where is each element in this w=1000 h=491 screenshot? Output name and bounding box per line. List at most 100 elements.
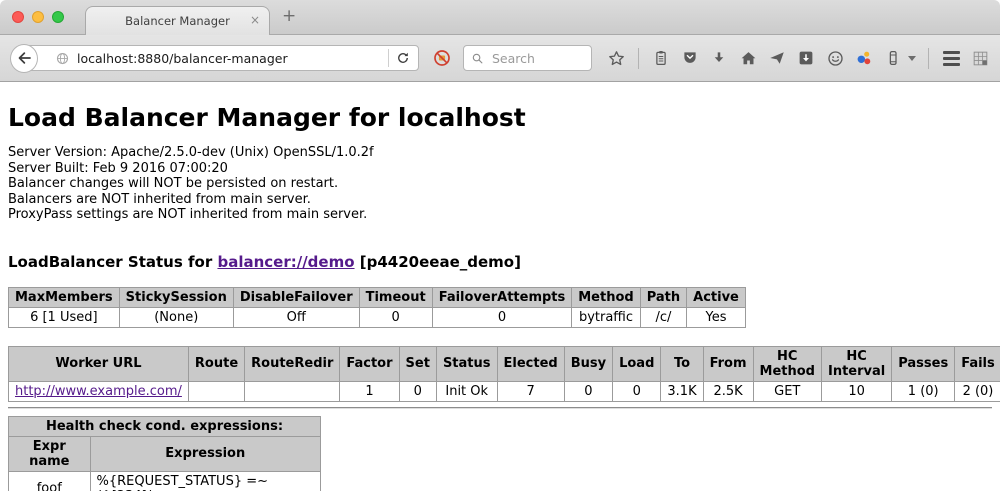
column-header: Route <box>188 346 244 381</box>
grid-extension-icon[interactable] <box>970 47 990 69</box>
tab-close-icon[interactable]: × <box>250 14 260 26</box>
pocket-icon[interactable] <box>680 47 700 69</box>
column-header: MaxMembers <box>9 287 120 307</box>
maxmembers-cell: 6 [1 Used] <box>9 307 120 327</box>
column-header: Expr name <box>9 436 91 471</box>
square-download-icon[interactable] <box>796 47 816 69</box>
globe-icon <box>55 51 70 66</box>
inherit-note-line: Balancers are NOT inherited from main se… <box>8 192 992 208</box>
column-header: HC Method <box>753 346 821 381</box>
column-header: DisableFailover <box>233 287 359 307</box>
colored-dots-icon[interactable] <box>854 47 874 69</box>
column-header: Factor <box>340 346 399 381</box>
failoverattempts-cell: 0 <box>432 307 572 327</box>
table-header-row: Worker URL Route RouteRedir Factor Set S… <box>9 346 1000 381</box>
server-version-line: Server Version: Apache/2.5.0-dev (Unix) … <box>8 145 992 161</box>
tab-bar: Balancer Manager × + <box>0 0 1000 35</box>
column-header: Active <box>687 287 746 307</box>
column-header: Set <box>399 346 436 381</box>
column-header: Busy <box>564 346 612 381</box>
to-cell: 3.1K <box>661 381 703 401</box>
passes-cell: 1 (0) <box>892 381 955 401</box>
menu-icon[interactable] <box>941 47 961 69</box>
expr-value-cell: %{REQUEST_STATUS} =~ /^[234]/ <box>90 471 320 491</box>
column-header: StickySession <box>119 287 233 307</box>
health-table-title: Health check cond. expressions: <box>9 416 321 436</box>
bookmark-star-icon[interactable] <box>606 47 626 69</box>
search-input[interactable] <box>490 50 585 67</box>
load-cell: 0 <box>613 381 661 401</box>
worker-row: http://www.example.com/ 1 0 Init Ok 7 0 … <box>9 381 1000 401</box>
reload-button[interactable] <box>395 50 411 66</box>
window-controls <box>12 11 64 23</box>
column-header: From <box>703 346 753 381</box>
stickysession-cell: (None) <box>119 307 233 327</box>
minimize-window-button[interactable] <box>32 11 44 23</box>
reload-icon <box>395 50 411 66</box>
send-plane-icon[interactable] <box>767 47 787 69</box>
balancer-demo-link[interactable]: balancer://demo <box>217 253 354 271</box>
busy-cell: 0 <box>564 381 612 401</box>
back-icon <box>15 49 33 67</box>
balancer-status-heading: LoadBalancer Status for balancer://demo … <box>8 253 992 271</box>
status-cell: Init Ok <box>436 381 497 401</box>
dropdown-caret-icon[interactable] <box>908 56 916 61</box>
sidebar-panel-icon[interactable] <box>883 47 903 69</box>
server-info: Server Version: Apache/2.5.0-dev (Unix) … <box>8 145 992 223</box>
browser-window: Balancer Manager × + localhost:8880/bala… <box>0 0 1000 491</box>
fails-cell: 2 (0) <box>955 381 1000 401</box>
path-cell: /c/ <box>640 307 686 327</box>
table-title-row: Health check cond. expressions: <box>9 416 321 436</box>
column-header: Worker URL <box>9 346 189 381</box>
column-header: Timeout <box>359 287 432 307</box>
column-header: Method <box>572 287 640 307</box>
table-header-row: MaxMembers StickySession DisableFailover… <box>9 287 746 307</box>
tab-balancer-manager[interactable]: Balancer Manager × <box>85 6 270 35</box>
persist-note-line: Balancer changes will NOT be persisted o… <box>8 176 992 192</box>
zoom-window-button[interactable] <box>52 11 64 23</box>
search-bar[interactable] <box>463 45 592 71</box>
close-window-button[interactable] <box>12 11 24 23</box>
active-cell: Yes <box>687 307 746 327</box>
section-divider <box>8 407 992 409</box>
expr-row: foof %{REQUEST_STATUS} =~ /^[234]/ <box>9 471 321 491</box>
url-text[interactable]: localhost:8880/balancer-manager <box>77 51 382 66</box>
set-cell: 0 <box>399 381 436 401</box>
column-header: To <box>661 346 703 381</box>
back-button[interactable] <box>10 44 38 73</box>
column-header: Passes <box>892 346 955 381</box>
smiley-icon[interactable] <box>825 47 845 69</box>
column-header: HC Interval <box>821 346 891 381</box>
worker-url-link[interactable]: http://www.example.com/ <box>15 384 182 399</box>
column-header: Path <box>640 287 686 307</box>
elected-cell: 7 <box>497 381 564 401</box>
download-arrow-icon[interactable] <box>709 47 729 69</box>
column-header: Load <box>613 346 661 381</box>
column-header: Expression <box>90 436 320 471</box>
url-bar[interactable]: localhost:8880/balancer-manager <box>23 45 419 71</box>
urlbar-divider <box>388 49 389 67</box>
column-header: Status <box>436 346 497 381</box>
navigation-toolbar: localhost:8880/balancer-manager <box>0 35 1000 82</box>
table-header-row: Expr name Expression <box>9 436 321 471</box>
page-title: Load Balancer Manager for localhost <box>8 103 992 132</box>
new-tab-button[interactable]: + <box>282 6 296 26</box>
health-check-table: Health check cond. expressions: Expr nam… <box>8 416 321 491</box>
tab-title: Balancer Manager <box>125 14 230 28</box>
timeout-cell: 0 <box>359 307 432 327</box>
disablefailover-cell: Off <box>233 307 359 327</box>
column-header: RouteRedir <box>245 346 340 381</box>
method-cell: bytraffic <box>572 307 640 327</box>
table-row: 6 [1 Used] (None) Off 0 0 bytraffic /c/ … <box>9 307 746 327</box>
factor-cell: 1 <box>340 381 399 401</box>
clipboard-icon[interactable] <box>651 47 671 69</box>
home-icon[interactable] <box>738 47 758 69</box>
worker-url-cell: http://www.example.com/ <box>9 381 189 401</box>
column-header: FailoverAttempts <box>432 287 572 307</box>
page-content: Load Balancer Manager for localhost Serv… <box>0 103 1000 491</box>
block-plugin-icon[interactable] <box>432 48 452 68</box>
from-cell: 2.5K <box>703 381 753 401</box>
route-cell <box>188 381 244 401</box>
column-header: Elected <box>497 346 564 381</box>
hc-method-cell: GET <box>753 381 821 401</box>
